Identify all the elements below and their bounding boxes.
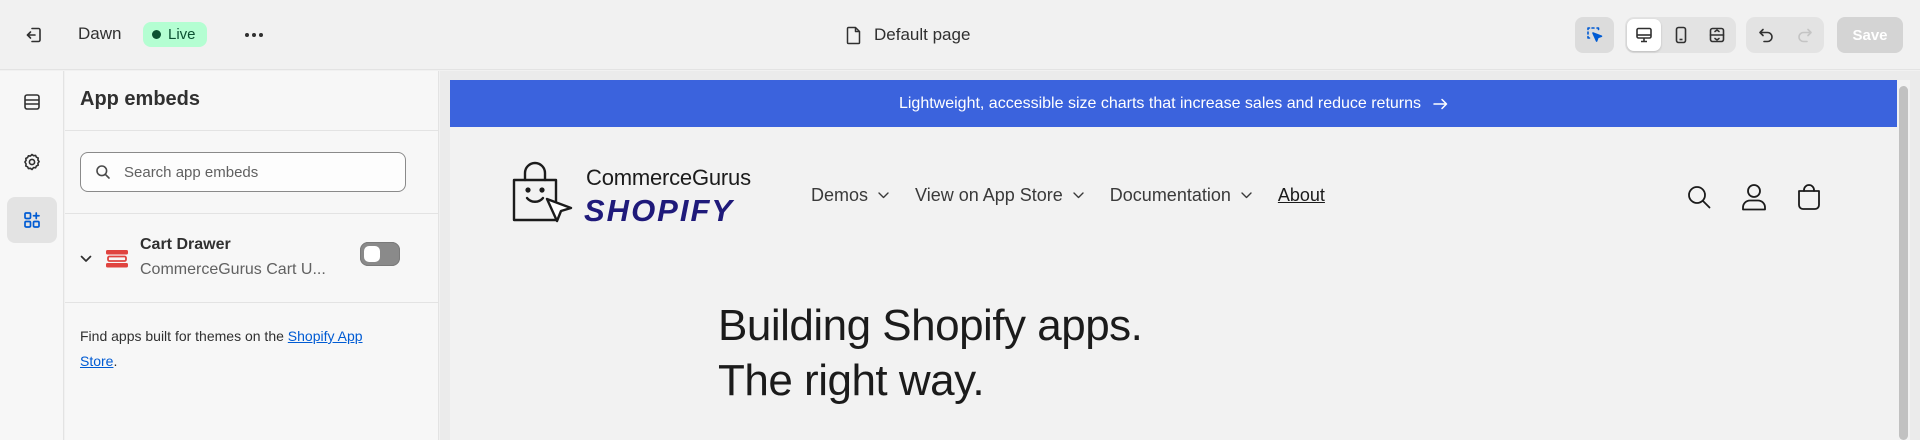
search-field <box>80 152 406 192</box>
editor-icon-rail <box>0 71 64 440</box>
live-status-badge: Live <box>143 22 207 47</box>
cart-icon <box>1798 184 1820 210</box>
find-apps-prefix: Find apps built for themes on the <box>80 328 288 344</box>
undo-icon <box>1758 28 1773 43</box>
mobile-view-button[interactable] <box>1664 19 1698 51</box>
logo-wordmark-bottom: SHOPIFY <box>584 193 735 228</box>
panel-divider <box>65 213 439 214</box>
app-embeds-panel: App embeds Cart Drawer CommerceGurus Car… <box>65 71 439 440</box>
redo-button[interactable] <box>1787 19 1822 51</box>
nav-item-demos[interactable]: Demos <box>811 185 889 206</box>
preview-scrollbar[interactable] <box>1897 80 1910 440</box>
embed-enable-toggle[interactable] <box>360 242 400 266</box>
rail-item-theme-settings[interactable] <box>7 139 57 185</box>
nav-item-about[interactable]: About <box>1278 185 1325 206</box>
store-main-nav: Demos View on App Store Documentation Ab… <box>811 185 1325 206</box>
chevron-down-icon <box>1073 192 1084 199</box>
page-selector-label: Default page <box>874 25 971 44</box>
hero-heading: Building Shopify apps. The right way. <box>718 298 1143 408</box>
announcement-text: Lightweight, accessible size charts that… <box>898 94 1422 112</box>
embed-app-name: CommerceGurus Cart U... <box>140 261 326 278</box>
sections-icon <box>24 94 40 110</box>
live-badge-label: Live <box>168 26 196 43</box>
save-button[interactable]: Save <box>1837 17 1903 53</box>
scrollbar-thumb[interactable] <box>1899 86 1908 440</box>
hero-line-2: The right way. <box>718 356 985 405</box>
search-input[interactable] <box>124 163 384 181</box>
announcement-bar[interactable]: Lightweight, accessible size charts that… <box>450 80 1897 127</box>
rail-item-sections[interactable] <box>7 79 57 125</box>
logo-wordmark-top: CommerceGurus <box>586 165 751 190</box>
theme-name: Dawn <box>78 24 122 43</box>
chevron-down-icon <box>80 255 92 262</box>
panel-divider <box>65 302 439 303</box>
nav-label: Demos <box>811 185 869 205</box>
expand-chevron-button[interactable] <box>78 251 94 267</box>
exit-icon <box>26 27 41 43</box>
search-icon <box>96 165 110 179</box>
more-actions-button[interactable] <box>238 19 270 51</box>
chevron-down-icon <box>1241 192 1252 199</box>
store-search-button[interactable] <box>1682 180 1716 214</box>
rail-item-app-embeds[interactable] <box>7 197 57 243</box>
nav-label: Documentation <box>1109 185 1231 205</box>
nav-item-view-on-app-store[interactable]: View on App Store <box>915 185 1084 206</box>
panel-divider <box>65 130 439 131</box>
undo-button[interactable] <box>1748 19 1783 51</box>
chevron-down-icon <box>878 192 889 199</box>
shopping-bag-logo-icon <box>512 161 573 223</box>
fullscreen-icon <box>1709 27 1725 43</box>
toggle-knob <box>364 246 380 262</box>
apps-icon <box>24 212 40 228</box>
history-controls <box>1746 17 1824 53</box>
search-icon <box>1688 186 1711 209</box>
more-icon <box>245 33 263 37</box>
nav-item-documentation[interactable]: Documentation <box>1110 185 1252 206</box>
gear-icon <box>24 153 40 171</box>
store-logo[interactable]: CommerceGurus SHOPIFY <box>510 160 770 230</box>
nav-label: About <box>1277 185 1325 205</box>
live-dot-icon <box>152 30 161 39</box>
desktop-view-button[interactable] <box>1627 19 1661 51</box>
store-cart-button[interactable] <box>1792 180 1826 214</box>
nav-label: View on App Store <box>915 185 1063 205</box>
redo-icon <box>1797 28 1812 43</box>
mobile-icon <box>1675 26 1686 44</box>
cart-drawer-app-icon <box>106 250 128 268</box>
fullscreen-view-button[interactable] <box>1700 19 1734 51</box>
inspector-toggle-button[interactable] <box>1575 17 1614 53</box>
exit-button[interactable] <box>18 19 50 51</box>
find-apps-suffix: . <box>113 353 118 369</box>
find-apps-text: Find apps built for themes on the Shopif… <box>80 324 400 374</box>
panel-title: App embeds <box>80 88 201 110</box>
inspector-icon <box>1586 27 1602 42</box>
page-icon <box>846 26 861 44</box>
desktop-icon <box>1636 27 1652 43</box>
viewport-switcher <box>1625 17 1736 53</box>
editor-topbar: Dawn Live Default page Save <box>0 0 1920 70</box>
account-icon <box>1742 184 1766 211</box>
hero-line-1: Building Shopify apps. <box>718 301 1143 350</box>
page-selector[interactable]: Default page <box>846 22 970 48</box>
arrow-right-icon <box>1433 98 1448 109</box>
store-account-button[interactable] <box>1737 180 1771 214</box>
app-embed-item: Cart Drawer CommerceGurus Cart U... <box>65 221 439 301</box>
embed-name: Cart Drawer <box>140 236 231 253</box>
storefront-preview: Lightweight, accessible size charts that… <box>450 80 1897 440</box>
